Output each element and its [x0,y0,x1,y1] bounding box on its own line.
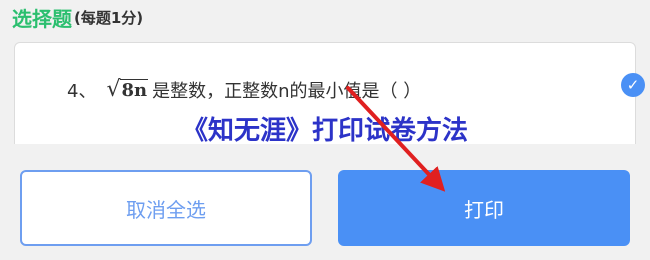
bottom-action-bar: 取消全选 打印 [0,144,650,260]
question-line: 4、 √ 8n 是整数，正整数n的最小值是（ ） [67,77,421,103]
overlay-caption: 《知无涯》打印试卷方法 [181,116,468,146]
radicand: 8n [120,79,149,101]
section-title: 选择题 [12,6,72,31]
print-button[interactable]: 打印 [338,170,630,246]
radical-expression: √ 8n [106,77,149,102]
section-header: 选择题 (每题1分) [12,0,143,34]
deselect-all-button[interactable]: 取消全选 [20,170,312,246]
section-subtitle: (每题1分) [74,8,144,27]
question-text: 是整数，正整数n的最小值是（ ） [152,81,422,102]
sqrt-icon: √ [106,77,121,102]
check-icon[interactable]: ✓ [621,73,645,97]
print-page: 选择题 (每题1分) 4、 √ 8n 是整数，正整数n的最小值是（ ） ✓ 取消… [0,0,650,260]
question-number: 4、 [67,81,97,102]
